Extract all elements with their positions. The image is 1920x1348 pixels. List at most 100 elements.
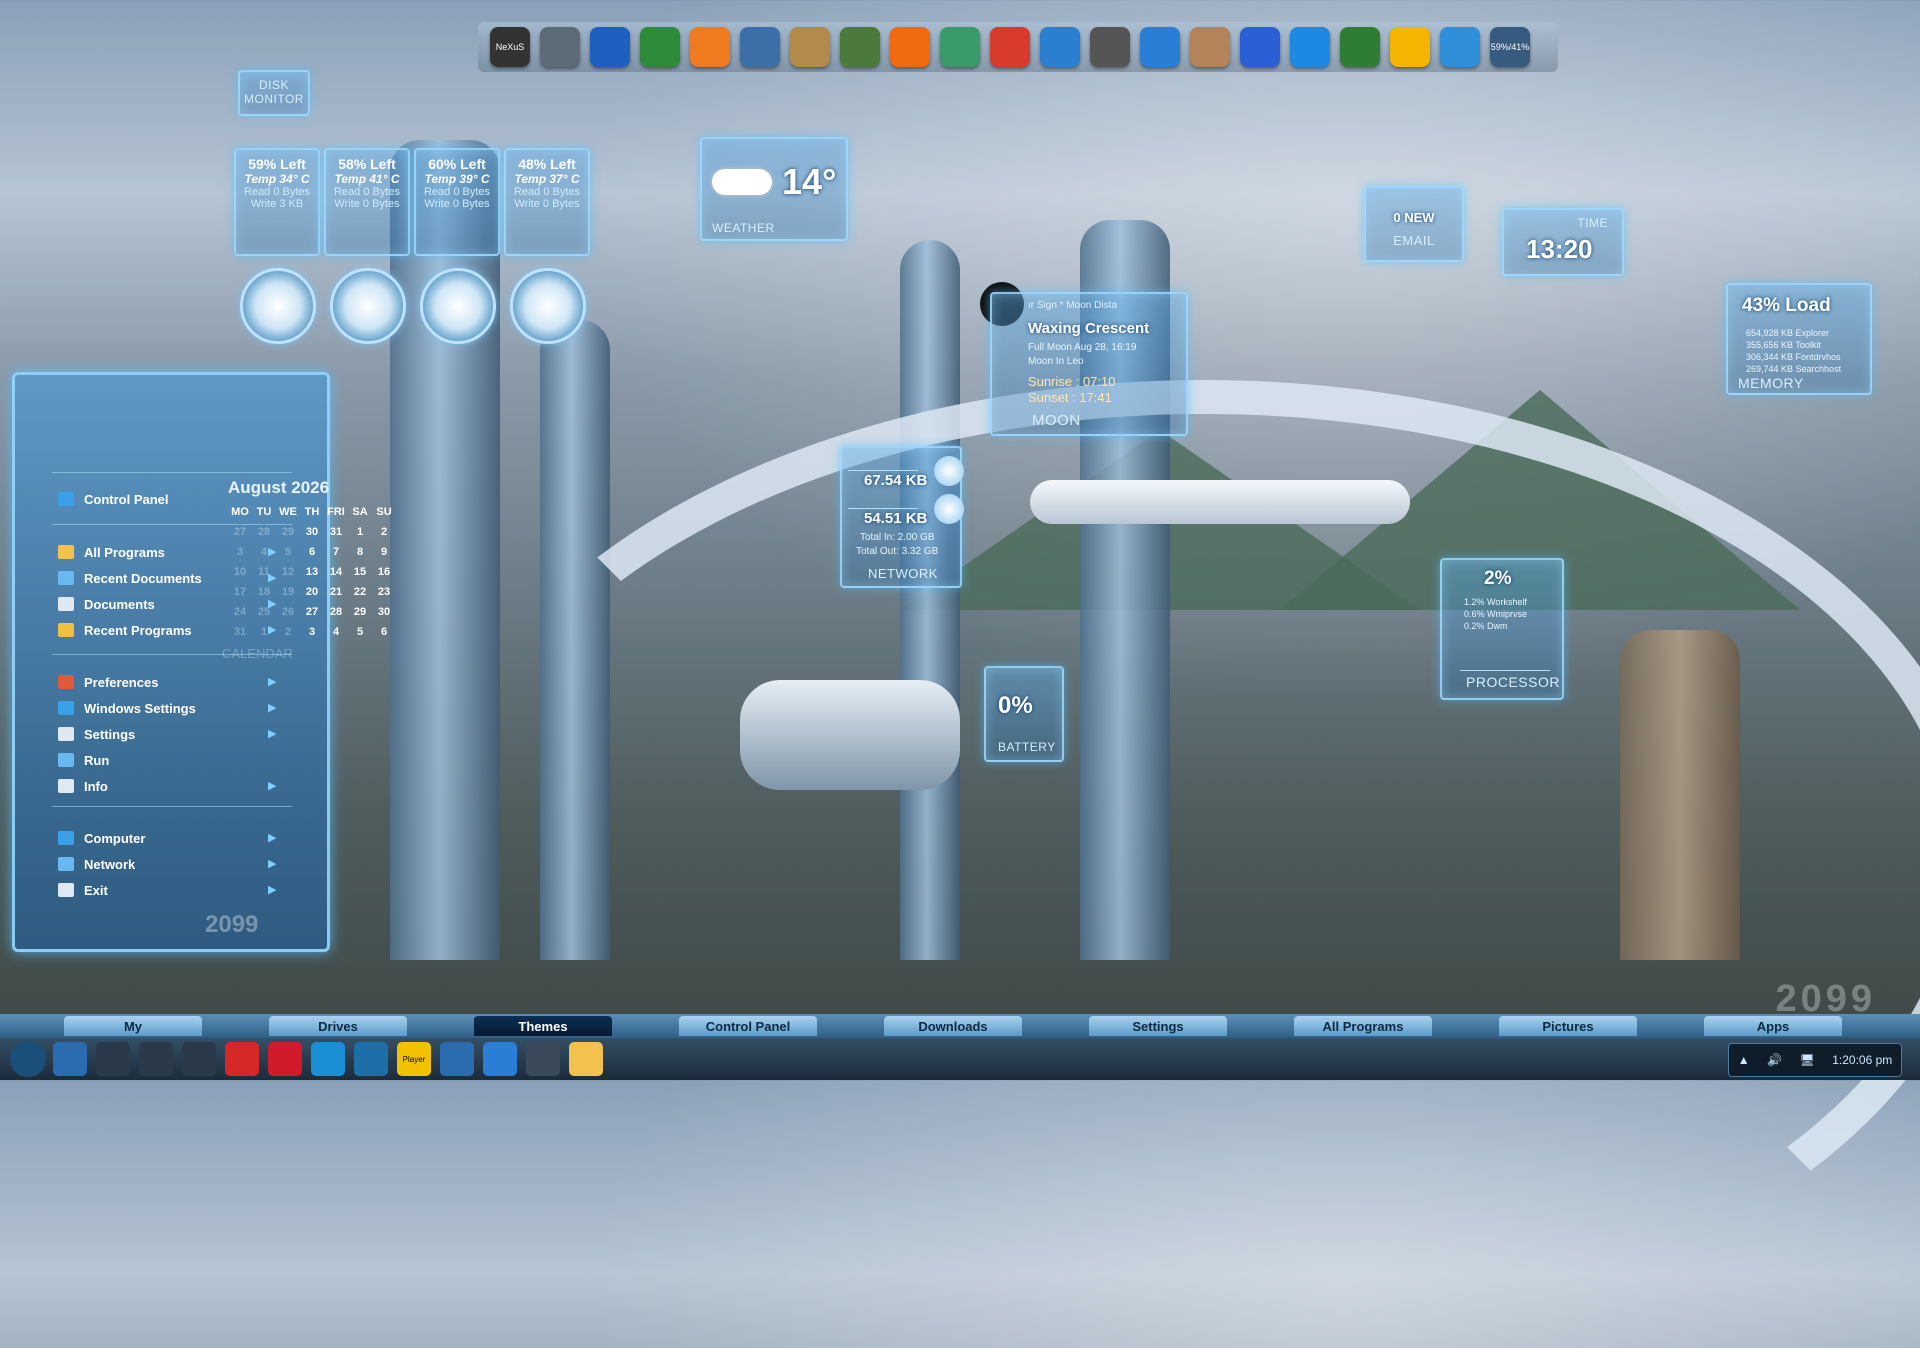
calendar-day[interactable]: 18 bbox=[252, 586, 276, 598]
p-icon[interactable] bbox=[690, 27, 730, 67]
monitor-icon[interactable] bbox=[740, 27, 780, 67]
submenu-arrow-icon[interactable]: ▶ bbox=[268, 831, 278, 844]
moon-widget[interactable]: ır Sign * Moon Dista Waxing Crescent Ful… bbox=[990, 292, 1188, 436]
tab-downloads[interactable]: Downloads bbox=[884, 1016, 1022, 1036]
submenu-arrow-icon[interactable]: ▶ bbox=[268, 727, 278, 740]
calendar-day[interactable]: 27 bbox=[300, 606, 324, 618]
calendar-day[interactable]: 11 bbox=[252, 566, 276, 578]
calendar-day[interactable]: 26 bbox=[276, 606, 300, 618]
menu-item-settings[interactable]: Settings bbox=[58, 723, 135, 745]
tab-control-panel[interactable]: Control Panel bbox=[679, 1016, 817, 1036]
menu-item-preferences[interactable]: Preferences bbox=[58, 671, 158, 693]
calendar-day[interactable]: 29 bbox=[348, 606, 372, 618]
tray-arrow-icon[interactable]: ▲ bbox=[1738, 1053, 1750, 1067]
task-view-icon[interactable] bbox=[139, 1042, 173, 1076]
start-orb-icon[interactable] bbox=[10, 1041, 46, 1077]
menu-item-recent-programs[interactable]: Recent Programs bbox=[58, 619, 192, 641]
email-widget[interactable]: 0 NEW EMAIL bbox=[1364, 186, 1464, 262]
menu-item-documents[interactable]: Documents bbox=[58, 593, 155, 615]
calendar-day[interactable]: 23 bbox=[372, 586, 396, 598]
search-icon[interactable] bbox=[96, 1042, 130, 1076]
power-icon[interactable] bbox=[1340, 27, 1380, 67]
back-arrow-icon[interactable] bbox=[590, 27, 630, 67]
calendar-day[interactable]: 14 bbox=[324, 566, 348, 578]
windows-store-icon[interactable] bbox=[440, 1042, 474, 1076]
weather-widget[interactable]: 14° WEATHER bbox=[700, 137, 848, 241]
calendar-day[interactable]: 31 bbox=[324, 526, 348, 538]
calendar-day[interactable]: 3 bbox=[300, 626, 324, 638]
calendar-day[interactable]: 4 bbox=[324, 626, 348, 638]
menu-item-all-programs[interactable]: All Programs bbox=[58, 541, 165, 563]
tab-all-programs[interactable]: All Programs bbox=[1294, 1016, 1432, 1036]
desktop-icon[interactable] bbox=[483, 1042, 517, 1076]
calendar-day[interactable]: 4 bbox=[252, 546, 276, 558]
calendar-day[interactable]: 12 bbox=[276, 566, 300, 578]
disk-panel[interactable]: 60% Left Temp 39° C Read 0 Bytes Write 0 By… bbox=[414, 148, 500, 256]
taskbar-clock[interactable]: 1:20:06 pm bbox=[1832, 1053, 1892, 1067]
network-tray-icon[interactable]: 🖥 bbox=[1800, 1053, 1815, 1067]
calendar-day[interactable]: 13 bbox=[300, 566, 324, 578]
disk-panel[interactable]: 58% Left Temp 41° C Read 0 Bytes Write 0 By… bbox=[324, 148, 410, 256]
speaker-icon[interactable] bbox=[1290, 27, 1330, 67]
remote-desktop-icon[interactable] bbox=[526, 1042, 560, 1076]
calendar-day[interactable]: 7 bbox=[324, 546, 348, 558]
calendar-day[interactable]: 27 bbox=[228, 526, 252, 538]
windows-flag-icon[interactable] bbox=[1140, 27, 1180, 67]
submenu-arrow-icon[interactable]: ▶ bbox=[268, 675, 278, 688]
calendar-day[interactable]: 10 bbox=[228, 566, 252, 578]
palette-icon[interactable] bbox=[1190, 27, 1230, 67]
pdf-icon[interactable] bbox=[990, 27, 1030, 67]
calendar-day[interactable]: 19 bbox=[276, 586, 300, 598]
tab-drives[interactable]: Drives bbox=[269, 1016, 407, 1036]
menu-item-info[interactable]: Info bbox=[58, 775, 108, 797]
globe-icon[interactable] bbox=[940, 27, 980, 67]
disk-panel[interactable]: 48% Left Temp 37° C Read 0 Bytes Write 0 By… bbox=[504, 148, 590, 256]
volume-icon[interactable]: 🔊 bbox=[1767, 1053, 1782, 1067]
calendar-day[interactable]: 31 bbox=[228, 626, 252, 638]
calendar-day[interactable]: 21 bbox=[324, 586, 348, 598]
tab-settings[interactable]: Settings bbox=[1089, 1016, 1227, 1036]
tab-apps[interactable]: Apps bbox=[1704, 1016, 1842, 1036]
calendar-day[interactable]: 6 bbox=[372, 626, 396, 638]
calendar-day[interactable]: 9 bbox=[372, 546, 396, 558]
menu-item-run[interactable]: Run bbox=[58, 749, 109, 771]
tab-my[interactable]: My bbox=[64, 1016, 202, 1036]
menu-item-network[interactable]: Network bbox=[58, 853, 135, 875]
alarm-clock-icon[interactable] bbox=[1390, 27, 1430, 67]
calendar-day[interactable]: 8 bbox=[348, 546, 372, 558]
music-note-icon[interactable] bbox=[1240, 27, 1280, 67]
calendar-day[interactable]: 5 bbox=[348, 626, 372, 638]
menu-item-control-panel[interactable]: Control Panel bbox=[58, 488, 169, 510]
calendar-day[interactable]: 5 bbox=[276, 546, 300, 558]
timer-icon[interactable] bbox=[354, 1042, 388, 1076]
disk-panel[interactable]: 59% Left Temp 34° C Read 0 Bytes Write 3 KB bbox=[234, 148, 320, 256]
player-icon[interactable]: Player bbox=[397, 1042, 431, 1076]
submenu-arrow-icon[interactable]: ▶ bbox=[268, 857, 278, 870]
opera-icon[interactable] bbox=[268, 1042, 302, 1076]
nexus-icon[interactable]: NeXuS bbox=[490, 27, 530, 67]
calendar-day[interactable]: 16 bbox=[372, 566, 396, 578]
calendar-day[interactable]: 17 bbox=[228, 586, 252, 598]
camera-icon[interactable] bbox=[1090, 27, 1130, 67]
calendar-day[interactable]: 20 bbox=[300, 586, 324, 598]
memory-widget[interactable]: 43% Load 654,928 KB Explorer 355,656 KB T… bbox=[1726, 283, 1872, 395]
wings-icon[interactable] bbox=[540, 27, 580, 67]
calendar-day[interactable]: 25 bbox=[252, 606, 276, 618]
menu-item-recent-documents[interactable]: Recent Documents bbox=[58, 567, 202, 589]
calendar-day[interactable]: 15 bbox=[348, 566, 372, 578]
menu-item-exit[interactable]: Exit bbox=[58, 879, 108, 901]
calendar-day[interactable]: 30 bbox=[300, 526, 324, 538]
tab-pictures[interactable]: Pictures bbox=[1499, 1016, 1637, 1036]
library-icon[interactable] bbox=[1040, 27, 1080, 67]
calendar-day[interactable]: 2 bbox=[276, 626, 300, 638]
submenu-arrow-icon[interactable]: ▶ bbox=[268, 701, 278, 714]
calendar-day[interactable]: 1 bbox=[252, 626, 276, 638]
calendar-day[interactable]: 22 bbox=[348, 586, 372, 598]
calendar-day[interactable]: 3 bbox=[228, 546, 252, 558]
menu-item-windows-settings[interactable]: Windows Settings bbox=[58, 697, 196, 719]
tab-themes[interactable]: Themes bbox=[474, 1016, 612, 1036]
vlc-cone-icon[interactable] bbox=[890, 27, 930, 67]
calendar-day[interactable]: 1 bbox=[348, 526, 372, 538]
vivaldi-icon[interactable] bbox=[225, 1042, 259, 1076]
windows-start-icon[interactable] bbox=[53, 1042, 87, 1076]
